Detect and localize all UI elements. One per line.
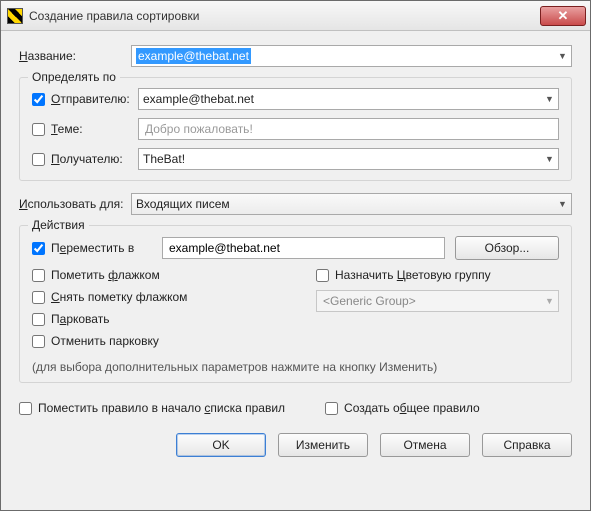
chevron-down-icon[interactable]: ▼ (541, 89, 558, 109)
browse-button[interactable]: Обзор... (455, 236, 559, 260)
actions-group: Действия Переместить в example@thebat.ne… (19, 225, 572, 383)
edit-button[interactable]: Изменить (278, 433, 368, 457)
subject-label[interactable]: Теме: (51, 122, 83, 136)
use-for-combo[interactable]: Входящих писем ▼ (131, 193, 572, 215)
to-top-label[interactable]: Поместить правило в начало списка правил (38, 401, 285, 415)
use-for-label: Использовать для: (19, 197, 131, 211)
move-target-input[interactable]: example@thebat.net (162, 237, 445, 259)
park-checkbox[interactable] (32, 313, 45, 326)
sender-checkbox[interactable] (32, 93, 45, 106)
detect-legend: Определять по (28, 70, 120, 84)
name-value: example@thebat.net (136, 48, 251, 64)
common-rule-checkbox[interactable] (325, 402, 338, 415)
color-group-select: <Generic Group> ▼ (316, 290, 559, 312)
subject-checkbox[interactable] (32, 123, 45, 136)
subject-input[interactable]: Добро пожаловать! (138, 118, 559, 140)
sender-combo[interactable]: example@thebat.net ▼ (138, 88, 559, 110)
dialog-body: Название: example@thebat.net ▼ Определят… (1, 31, 590, 510)
unpark-label[interactable]: Отменить парковку (51, 334, 159, 348)
recipient-checkbox[interactable] (32, 153, 45, 166)
app-icon (7, 8, 23, 24)
recipient-label[interactable]: Получателю: (51, 152, 123, 166)
close-button[interactable]: ✕ (540, 6, 586, 26)
sender-label[interactable]: Отправителю: (51, 92, 130, 106)
recipient-combo[interactable]: TheBat! ▼ (138, 148, 559, 170)
detect-group: Определять по Отправителю: example@theba… (19, 77, 572, 181)
dialog-window: Создание правила сортировки ✕ Название: … (0, 0, 591, 511)
clear-flag-label[interactable]: Снять пометку флажком (51, 290, 187, 304)
window-title: Создание правила сортировки (29, 9, 538, 23)
titlebar[interactable]: Создание правила сортировки ✕ (1, 1, 590, 31)
chevron-down-icon[interactable]: ▼ (554, 46, 571, 66)
move-label[interactable]: Переместить в (51, 241, 134, 255)
to-top-checkbox[interactable] (19, 402, 32, 415)
chevron-down-icon[interactable]: ▼ (554, 194, 571, 214)
color-group-checkbox[interactable] (316, 269, 329, 282)
name-label: Название: (19, 49, 131, 63)
mark-flag-checkbox[interactable] (32, 269, 45, 282)
ok-button[interactable]: OK (176, 433, 266, 457)
move-checkbox[interactable] (32, 242, 45, 255)
color-group-label[interactable]: Назначить Цветовую группу (335, 268, 491, 282)
park-label[interactable]: Парковать (51, 312, 109, 326)
chevron-down-icon: ▼ (541, 291, 558, 311)
mark-flag-label[interactable]: Пометить флажком (51, 268, 160, 282)
chevron-down-icon[interactable]: ▼ (541, 149, 558, 169)
clear-flag-checkbox[interactable] (32, 291, 45, 304)
actions-legend: Действия (28, 218, 89, 232)
cancel-button[interactable]: Отмена (380, 433, 470, 457)
unpark-checkbox[interactable] (32, 335, 45, 348)
name-combo[interactable]: example@thebat.net ▼ (131, 45, 572, 67)
edit-hint: (для выбора дополнительных параметров на… (32, 360, 559, 374)
help-button[interactable]: Справка (482, 433, 572, 457)
common-rule-label[interactable]: Создать общее правило (344, 401, 480, 415)
